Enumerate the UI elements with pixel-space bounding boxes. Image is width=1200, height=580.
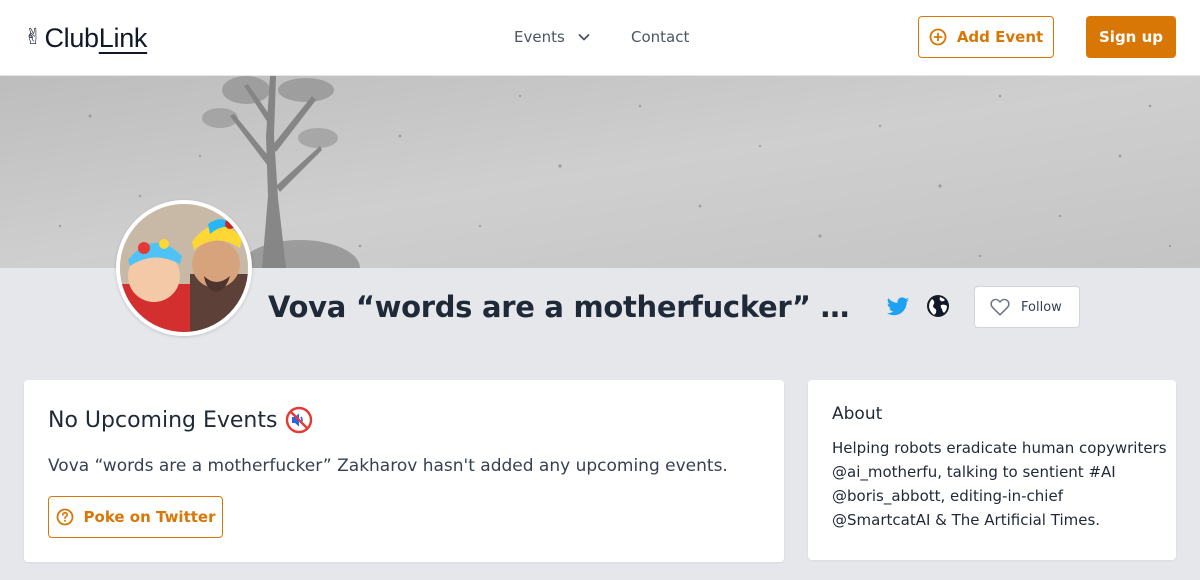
globe-icon[interactable] — [926, 294, 950, 318]
victory-hand-icon: ✌ — [24, 25, 43, 50]
poke-label: Poke on Twitter — [83, 508, 216, 526]
nav-events-label: Events — [514, 28, 565, 46]
poke-on-twitter-button[interactable]: Poke on Twitter — [48, 496, 223, 538]
profile-avatar — [116, 200, 252, 336]
about-line: @ai_motherfu, talking to sentient #AI — [832, 463, 1116, 481]
muted-speaker-icon — [286, 406, 313, 434]
logo-text: ClubLink — [44, 23, 147, 54]
events-heading: No Upcoming Events — [48, 404, 313, 436]
nav-contact-link[interactable]: Contact — [631, 26, 689, 48]
about-bio: Helping robots eradicate human copywrite… — [832, 436, 1167, 532]
no-events-message: Vova “words are a motherfucker” Zakharov… — [48, 456, 728, 476]
about-line: @boris_abbott, editing-in-chief — [832, 487, 1063, 505]
logo-text-link: Link — [98, 22, 148, 53]
question-circle-icon — [56, 508, 73, 526]
sign-up-button[interactable]: Sign up — [1086, 16, 1176, 58]
chevron-down-icon — [578, 34, 590, 41]
about-line: Helping robots eradicate human copywrite… — [832, 439, 1167, 457]
sign-up-label: Sign up — [1099, 28, 1163, 46]
twitter-icon[interactable] — [886, 295, 910, 319]
logo-text-club: Club — [44, 22, 99, 53]
events-heading-text: No Upcoming Events — [48, 407, 278, 433]
clublink-logo[interactable]: ✌ ClubLink — [24, 20, 147, 56]
nav-events-dropdown[interactable]: Events — [514, 26, 591, 48]
avatar-photo — [120, 204, 248, 332]
follow-label: Follow — [1021, 299, 1062, 315]
heart-icon — [990, 298, 1010, 316]
upcoming-events-card: No Upcoming Events Vova “words are a mot… — [24, 380, 784, 562]
plus-circle-icon — [929, 28, 947, 46]
about-heading: About — [832, 404, 883, 424]
add-event-button[interactable]: Add Event — [918, 16, 1054, 58]
about-line: @SmartcatAI & The Artificial Times. — [832, 511, 1101, 529]
nav-contact-label: Contact — [631, 28, 690, 46]
profile-name: Vova “words are a motherfucker” Zakharov — [268, 290, 864, 324]
follow-button[interactable]: Follow — [974, 286, 1080, 328]
add-event-label: Add Event — [956, 28, 1044, 46]
about-card: About Helping robots eradicate human cop… — [808, 380, 1176, 560]
site-header: ✌ ClubLink Events Contact Add Event Sign… — [0, 0, 1200, 76]
